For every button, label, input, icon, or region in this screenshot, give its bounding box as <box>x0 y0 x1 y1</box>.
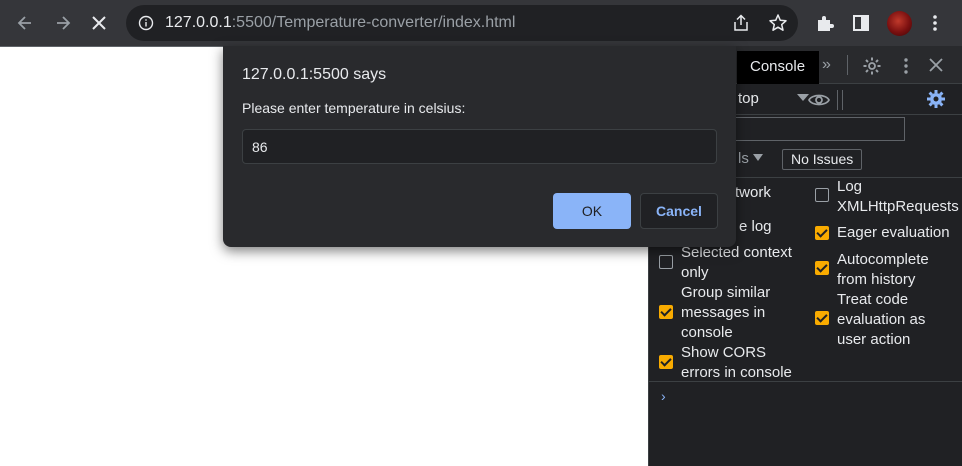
checkbox-treat-code-evaluation[interactable] <box>815 311 829 325</box>
ok-button[interactable]: OK <box>553 193 631 229</box>
share-icon[interactable] <box>732 14 750 37</box>
devtools-close-icon[interactable] <box>928 57 944 78</box>
devtools-menu-kebab-icon[interactable] <box>901 56 911 81</box>
forward-arrow-icon[interactable] <box>51 11 75 35</box>
checkbox-autocomplete-history[interactable] <box>815 261 829 275</box>
url-path: :5500/Temperature-converter/index.html <box>231 14 516 31</box>
checkbox-cors-errors[interactable] <box>659 355 673 369</box>
browser-menu-kebab-icon[interactable] <box>923 11 947 35</box>
console-filter-input[interactable] <box>735 117 905 141</box>
divider <box>847 55 848 75</box>
option-selected-context-label: Selected context only <box>681 244 792 281</box>
option-cors-errors-label: Show CORS errors in console <box>681 344 792 381</box>
issues-button[interactable]: No Issues <box>782 149 862 170</box>
site-info-icon[interactable] <box>138 15 154 31</box>
console-prompt-chevron-icon[interactable]: › <box>661 388 666 404</box>
browser-toolbar: 127.0.0.1:5500/Temperature-converter/ind… <box>0 0 962 46</box>
option-preserve-log-label: e log <box>739 218 772 235</box>
checkbox-log-xhr[interactable] <box>815 188 829 202</box>
live-expression-eye-icon[interactable] <box>807 90 831 115</box>
option-autocomplete-history-label: Autocomplete from history <box>837 251 929 288</box>
log-levels-dropdown[interactable]: ls <box>738 150 749 167</box>
divider <box>842 90 843 110</box>
prompt-dialog: 127.0.0.1:5500 says Please enter tempera… <box>223 46 736 247</box>
url-host: 127.0.0.1 <box>165 14 232 31</box>
address-bar[interactable]: 127.0.0.1:5500/Temperature-converter/ind… <box>126 5 798 41</box>
bookmark-star-icon[interactable] <box>768 13 788 38</box>
url-text: 127.0.0.1:5500/Temperature-converter/ind… <box>165 14 515 32</box>
tab-console[interactable]: Console <box>737 51 819 84</box>
checkbox-eager-evaluation[interactable] <box>815 226 829 240</box>
profile-avatar[interactable] <box>887 11 912 36</box>
cancel-button[interactable]: Cancel <box>640 193 718 229</box>
option-log-xhr-label: Log XMLHttpRequests <box>837 178 959 215</box>
devtools-settings-gear-icon[interactable] <box>862 56 882 81</box>
back-arrow-icon[interactable] <box>13 11 37 35</box>
levels-caret-icon[interactable] <box>753 154 763 161</box>
console-settings-gear-icon[interactable] <box>925 88 947 115</box>
context-selector[interactable]: top <box>738 90 759 107</box>
dialog-message: Please enter temperature in celsius: <box>242 100 466 116</box>
option-group-similar-label: Group similar messages in console <box>681 284 771 341</box>
checkbox-group-similar[interactable] <box>659 305 673 319</box>
option-eager-evaluation-label: Eager evaluation <box>837 224 950 241</box>
checkbox-selected-context[interactable] <box>659 255 673 269</box>
extensions-puzzle-icon[interactable] <box>813 11 837 35</box>
dialog-title: 127.0.0.1:5500 says <box>242 66 387 83</box>
option-network-label: twork <box>735 184 771 201</box>
temperature-input[interactable] <box>242 129 717 164</box>
side-panel-icon[interactable] <box>849 11 873 35</box>
more-tabs-icon[interactable]: » <box>822 56 831 74</box>
option-treat-code-evaluation-label: Treat code evaluation as user action <box>837 291 926 348</box>
stop-loading-icon[interactable] <box>87 11 111 35</box>
divider <box>837 90 838 110</box>
